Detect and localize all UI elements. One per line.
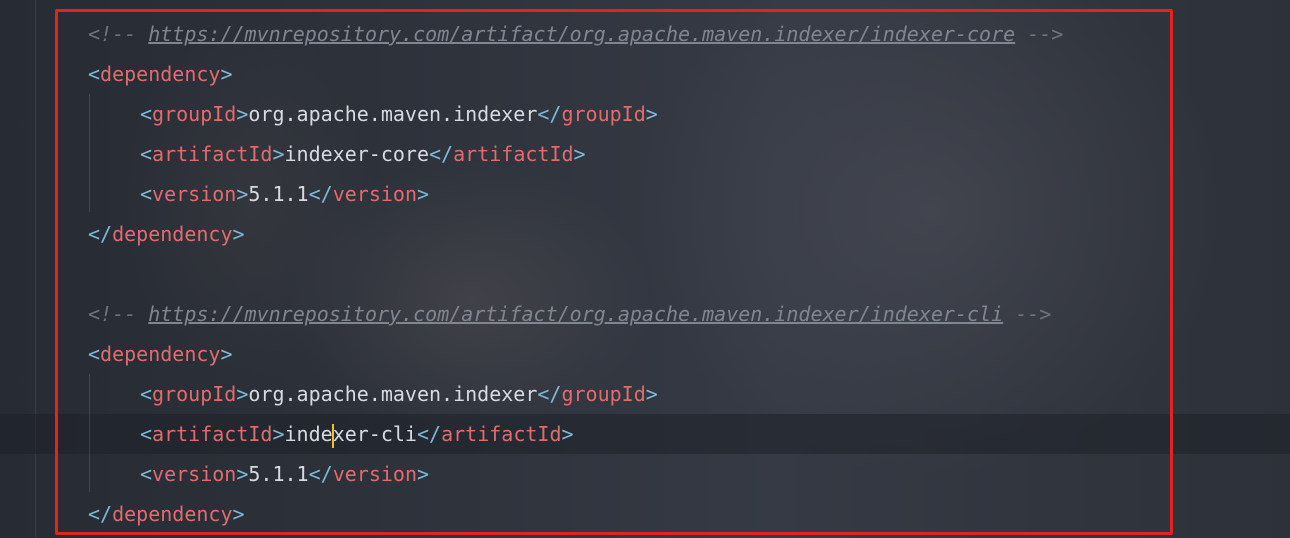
code-line-groupid[interactable]: <groupId>org.apache.maven.indexer</group…	[140, 374, 658, 414]
indent-guide	[89, 94, 90, 212]
tag-name: version	[152, 182, 237, 206]
code-line-dependency-close[interactable]: </dependency>	[88, 214, 245, 254]
comment-open: <!--	[88, 302, 137, 326]
groupid-value: org.apache.maven.indexer	[248, 382, 538, 406]
version-value: 5.1.1	[248, 462, 309, 486]
code-line-artifactid-current[interactable]: <artifactId>indexer-cli</artifactId>	[140, 414, 574, 454]
tag-name: artifactId	[152, 422, 273, 446]
comment-url-link[interactable]: https://mvnrepository.com/artifact/org.a…	[148, 22, 1015, 46]
groupid-value: org.apache.maven.indexer	[248, 102, 538, 126]
tag-name: groupId	[561, 382, 646, 406]
code-line-dependency-open[interactable]: <dependency>	[88, 54, 233, 94]
tag-name: version	[152, 462, 237, 486]
tag-name: dependency	[112, 502, 233, 526]
code-line-dependency-close[interactable]: </dependency>	[88, 494, 245, 534]
artifactid-value-before-caret: inde	[284, 422, 333, 446]
code-line-groupid[interactable]: <groupId>org.apache.maven.indexer</group…	[140, 94, 658, 134]
code-line-artifactid[interactable]: <artifactId>indexer-core</artifactId>	[140, 134, 586, 174]
indent-guide	[89, 374, 90, 492]
code-line-version[interactable]: <version>5.1.1</version>	[140, 454, 429, 494]
gutter-edge	[35, 0, 36, 538]
code-line-comment[interactable]: <!-- https://mvnrepository.com/artifact/…	[88, 14, 1063, 54]
code-line-version[interactable]: <version>5.1.1</version>	[140, 174, 429, 214]
tag-name: dependency	[112, 222, 233, 246]
version-value: 5.1.1	[248, 182, 309, 206]
tag-name: artifactId	[453, 142, 574, 166]
artifactid-value-after-caret: xer-cli	[332, 422, 417, 446]
code-editor[interactable]: <!-- https://mvnrepository.com/artifact/…	[0, 0, 1290, 538]
comment-url-link[interactable]: https://mvnrepository.com/artifact/org.a…	[148, 302, 1003, 326]
tag-name: groupId	[152, 382, 237, 406]
comment-close: -->	[1015, 302, 1052, 326]
artifactid-value: indexer-core	[284, 142, 430, 166]
tag-name: version	[332, 182, 417, 206]
comment-open: <!--	[88, 22, 137, 46]
tag-name: groupId	[561, 102, 646, 126]
tag-name: version	[332, 462, 417, 486]
comment-close: -->	[1027, 22, 1064, 46]
code-line-dependency-open[interactable]: <dependency>	[88, 334, 233, 374]
tag-name: dependency	[100, 342, 221, 366]
tag-name: dependency	[100, 62, 221, 86]
tag-name: groupId	[152, 102, 237, 126]
tag-name: artifactId	[441, 422, 562, 446]
tag-name: artifactId	[152, 142, 273, 166]
code-line-comment[interactable]: <!-- https://mvnrepository.com/artifact/…	[88, 294, 1051, 334]
